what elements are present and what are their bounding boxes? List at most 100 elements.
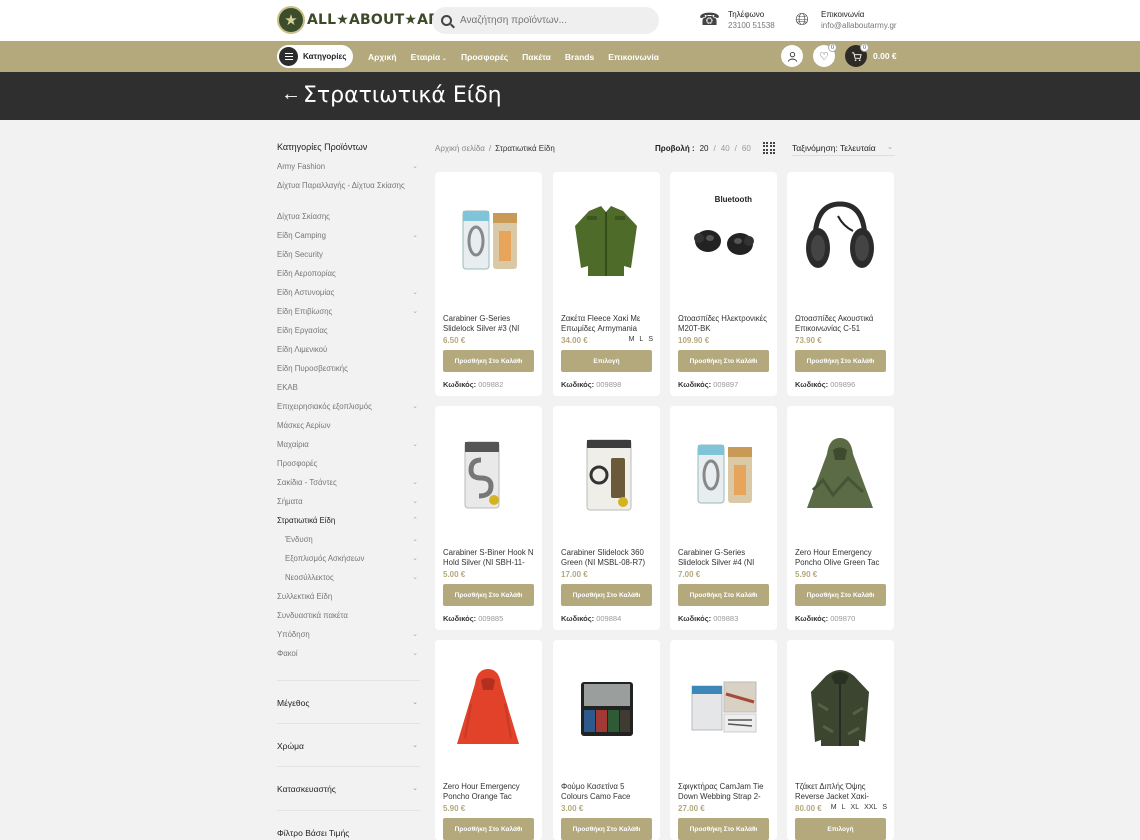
product-name[interactable]: Τζάκετ Διπλής Όψης Reverse Jacket Χακί-: [795, 782, 887, 802]
sidebar-category-item[interactable]: Είδη Security: [277, 250, 420, 260]
sidebar-category-item[interactable]: Συνδυαστικά πακέτα: [277, 611, 420, 621]
filter-section[interactable]: Χρώμα ⌄: [277, 723, 420, 766]
product-card[interactable]: Σφιγκτήρας CamJam Tie Down Webbing Strap…: [670, 640, 777, 840]
account-button[interactable]: [781, 45, 803, 67]
chevron-down-icon[interactable]: ⌄: [412, 630, 418, 640]
product-image[interactable]: [676, 654, 771, 764]
product-name[interactable]: Carabiner Slidelock 360 Green (NI MSBL-0…: [561, 548, 653, 568]
sort-dropdown[interactable]: Ταξινόμηση: Τελευταία ⌄: [792, 143, 895, 156]
add-to-cart-button[interactable]: Προσθήκη Στο Καλάθι: [443, 584, 534, 606]
filter-section[interactable]: Μέγεθος ⌄: [277, 680, 420, 723]
product-name[interactable]: Carabiner S-Biner Hook N Hold Silver (NI…: [443, 548, 535, 568]
product-card[interactable]: Ζακέτα Fleece Χακί Με Επωμίδες Armymania…: [553, 172, 660, 396]
sidebar-category-item[interactable]: Είδη Εργασίας: [277, 326, 420, 336]
product-image[interactable]: [559, 654, 654, 764]
product-card[interactable]: Ωτοασπίδες Ακουστικά Επικοινωνίας C-51 73…: [787, 172, 894, 396]
size-option[interactable]: S: [648, 336, 653, 345]
sidebar-category-item[interactable]: Υπόδηση ⌄: [277, 630, 420, 640]
product-image[interactable]: [676, 420, 771, 530]
size-option[interactable]: M: [629, 336, 635, 345]
size-option[interactable]: L: [842, 804, 846, 813]
product-image[interactable]: [793, 186, 888, 296]
phone-number[interactable]: 23100 51538: [728, 20, 775, 31]
select-options-button[interactable]: Επιλογή: [795, 818, 886, 840]
categories-button[interactable]: Κατηγορίες: [277, 45, 353, 68]
contact-email[interactable]: info@allaboutarmy.gr: [821, 20, 897, 31]
product-name[interactable]: Ωτοασπίδες Ηλεκτρονικές M20T-BK: [678, 314, 770, 334]
search-box[interactable]: [432, 7, 659, 34]
filter-section[interactable]: Φίλτρο Βάσει Τιμής: [277, 810, 420, 840]
product-name[interactable]: Carabiner G-Series Slidelock Silver #4 (…: [678, 548, 770, 568]
sidebar-category-item[interactable]: Νεοσύλλεκτος ⌄: [277, 573, 420, 583]
per-page-60[interactable]: 60: [742, 144, 751, 153]
nav-link-contact[interactable]: Επικοινωνία: [608, 52, 659, 62]
product-name[interactable]: Zero Hour Emergency Poncho Olive Green T…: [795, 548, 887, 568]
add-to-cart-button[interactable]: Προσθήκη Στο Καλάθι: [443, 350, 534, 372]
add-to-cart-button[interactable]: Προσθήκη Στο Καλάθι: [678, 584, 769, 606]
size-option[interactable]: XXL: [864, 804, 877, 813]
search-icon[interactable]: [441, 15, 452, 26]
sidebar-category-item[interactable]: Σακίδια - Τσάντες ⌄: [277, 478, 420, 488]
per-page-20[interactable]: 20: [700, 144, 709, 153]
add-to-cart-button[interactable]: Προσθήκη Στο Καλάθι: [561, 818, 652, 840]
sidebar-category-item[interactable]: Δίχτυα Σκίασης: [277, 212, 420, 222]
chevron-down-icon[interactable]: ⌄: [412, 497, 418, 507]
nav-link-company[interactable]: Εταιρία ⌄: [411, 52, 447, 62]
cart-button[interactable]: 0: [845, 43, 869, 67]
add-to-cart-button[interactable]: Προσθήκη Στο Καλάθι: [443, 818, 534, 840]
phone-block[interactable]: ☎ Τηλέφωνο 23100 51538: [699, 9, 775, 31]
product-card[interactable]: Zero Hour Emergency Poncho Orange Tac 5.9…: [435, 640, 542, 840]
sidebar-category-item[interactable]: Είδη Camping ⌄: [277, 231, 420, 241]
sidebar-category-item[interactable]: Army Fashion ⌄: [277, 162, 420, 172]
product-card[interactable]: Τζάκετ Διπλής Όψης Reverse Jacket Χακί- 8…: [787, 640, 894, 840]
product-image[interactable]: [441, 654, 536, 764]
back-arrow-icon[interactable]: ←: [281, 84, 301, 104]
product-card[interactable]: Zero Hour Emergency Poncho Olive Green T…: [787, 406, 894, 630]
product-image[interactable]: [441, 186, 536, 296]
add-to-cart-button[interactable]: Προσθήκη Στο Καλάθι: [678, 350, 769, 372]
sidebar-category-item[interactable]: Είδη Αεροπορίας: [277, 269, 420, 279]
nav-link-offers[interactable]: Προσφορές: [461, 52, 508, 62]
nav-link-brands[interactable]: Brands: [565, 52, 594, 62]
cart-total[interactable]: 0.00 €: [873, 51, 897, 61]
size-option[interactable]: L: [639, 336, 643, 345]
product-card[interactable]: Carabiner G-Series Slidelock Silver #4 (…: [670, 406, 777, 630]
sidebar-category-item[interactable]: Προσφορές: [277, 459, 420, 469]
sidebar-category-item[interactable]: Επιχειρησιακός εξοπλισμός ⌄: [277, 402, 420, 412]
chevron-down-icon[interactable]: ⌄: [412, 478, 418, 488]
chevron-down-icon[interactable]: ⌄: [412, 288, 418, 298]
sidebar-category-item[interactable]: Είδη Επιβίωσης ⌄: [277, 307, 420, 317]
chevron-down-icon[interactable]: ⌄: [412, 162, 418, 172]
chevron-down-icon[interactable]: ⌄: [412, 535, 418, 545]
sidebar-category-item[interactable]: Είδη Πυροσβεστικής: [277, 364, 420, 374]
sidebar-category-item[interactable]: Είδη Λιμενικού: [277, 345, 420, 355]
product-card[interactable]: Carabiner S-Biner Hook N Hold Silver (NI…: [435, 406, 542, 630]
sidebar-category-item[interactable]: Σήματα ⌄: [277, 497, 420, 507]
product-image[interactable]: [559, 186, 654, 296]
nav-link-packages[interactable]: Πακέτα: [522, 52, 551, 62]
sidebar-category-item[interactable]: Συλλεκτικά Είδη: [277, 592, 420, 602]
product-name[interactable]: Σφιγκτήρας CamJam Tie Down Webbing Strap…: [678, 782, 770, 802]
size-option[interactable]: XL: [851, 804, 860, 813]
product-name[interactable]: Ζακέτα Fleece Χακί Με Επωμίδες Armymania: [561, 314, 653, 334]
add-to-cart-button[interactable]: Προσθήκη Στο Καλάθι: [795, 584, 886, 606]
chevron-down-icon[interactable]: ⌄: [412, 231, 418, 241]
product-card[interactable]: Carabiner G-Series Slidelock Silver #3 (…: [435, 172, 542, 396]
chevron-down-icon[interactable]: ⌄: [412, 554, 418, 564]
sidebar-category-item[interactable]: Μάσκες Αερίων: [277, 421, 420, 431]
nav-link-home[interactable]: Αρχική: [368, 52, 397, 62]
product-image[interactable]: [559, 420, 654, 530]
breadcrumb-home[interactable]: Αρχική σελίδα: [435, 144, 485, 153]
contact-block[interactable]: 🌐︎ Επικοινωνία info@allaboutarmy.gr: [792, 9, 897, 31]
sidebar-category-item[interactable]: Είδη Αστυνομίας ⌄: [277, 288, 420, 298]
filter-section[interactable]: Κατασκευαστής ⌄: [277, 766, 420, 809]
size-option[interactable]: S: [882, 804, 887, 813]
product-name[interactable]: Φούμο Κασετίνα 5 Colours Camo Face: [561, 782, 653, 802]
chevron-down-icon[interactable]: ⌄: [412, 649, 418, 659]
product-name[interactable]: Zero Hour Emergency Poncho Orange Tac: [443, 782, 535, 802]
add-to-cart-button[interactable]: Προσθήκη Στο Καλάθι: [561, 584, 652, 606]
chevron-down-icon[interactable]: ⌄: [412, 573, 418, 583]
add-to-cart-button[interactable]: Προσθήκη Στο Καλάθι: [678, 818, 769, 840]
sidebar-category-item[interactable]: Δίχτυα Παραλλαγής - Δίχτυα Σκίασης: [277, 181, 420, 191]
size-option[interactable]: M: [831, 804, 837, 813]
